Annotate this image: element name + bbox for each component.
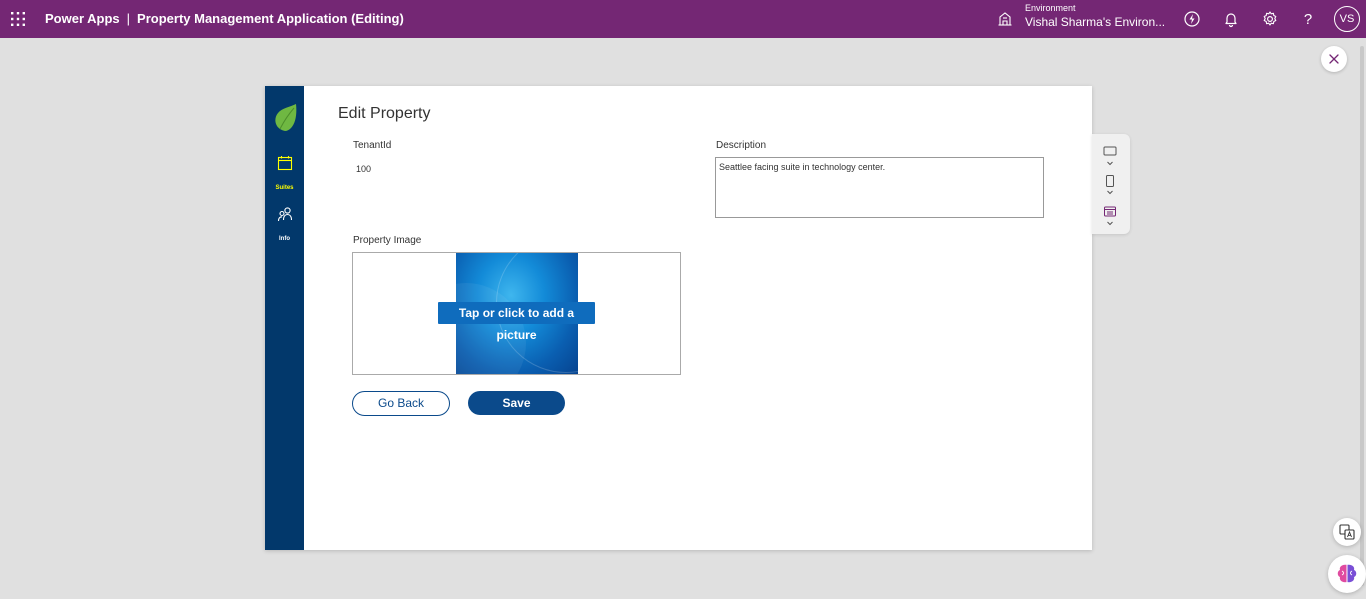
save-button[interactable]: Save (468, 391, 565, 415)
add-picture-button[interactable]: Tap or click to add a picture (438, 302, 595, 342)
property-image-label: Property Image (353, 235, 422, 246)
description-input[interactable]: Seattlee facing suite in technology cent… (715, 157, 1044, 218)
app-name: Property Management Application (Editing… (137, 11, 404, 26)
app-title: Power Apps | Property Management Applicati… (45, 11, 404, 26)
add-picture-control[interactable]: Tap or click to add a picture (352, 252, 681, 375)
screen-title: Edit Property (338, 105, 431, 122)
translate-icon (1339, 524, 1355, 540)
close-button[interactable] (1321, 46, 1347, 72)
environment-icon[interactable] (997, 11, 1013, 27)
phone-layout-icon[interactable] (1103, 175, 1117, 197)
tenant-id-value[interactable]: 100 (356, 164, 371, 174)
svg-text:?: ? (1304, 11, 1312, 28)
product-name[interactable]: Power Apps (45, 11, 120, 26)
device-preview-panel (1092, 134, 1130, 234)
desktop-layout-icon[interactable] (1103, 146, 1117, 168)
nav-label-suites: Suites (275, 185, 294, 191)
notifications-icon[interactable] (1222, 10, 1240, 28)
description-label: Description (716, 140, 767, 151)
scrollbar-thumb[interactable] (1360, 46, 1364, 586)
go-back-button[interactable]: Go Back (352, 391, 450, 416)
brain-icon (1337, 564, 1357, 583)
copilot-icon[interactable] (1183, 10, 1201, 28)
app-canvas: Suites Info Edit Property TenantId 100 D… (265, 86, 1092, 550)
calendar-icon (277, 156, 293, 171)
environment-label: Environment (1025, 3, 1076, 13)
nav-label-info: Info (279, 236, 290, 242)
copilot-assist-button[interactable] (1328, 555, 1366, 593)
environment-name[interactable]: Vishal Sharma's Environ... (1025, 15, 1165, 29)
tenant-id-label: TenantId (353, 140, 392, 151)
settings-icon[interactable] (1261, 10, 1279, 28)
left-navigation: Suites Info (265, 86, 304, 550)
help-icon[interactable]: ? (1299, 10, 1317, 28)
app-launcher-icon[interactable] (10, 11, 26, 27)
avatar[interactable]: VS (1334, 6, 1360, 32)
leaf-logo-icon (275, 104, 297, 131)
close-icon (1329, 54, 1339, 64)
title-separator: | (126, 11, 131, 26)
people-icon (277, 207, 293, 222)
page-scrollbar[interactable] (1358, 38, 1366, 599)
app-layout-icon[interactable] (1103, 206, 1117, 228)
translate-button[interactable] (1333, 518, 1361, 546)
top-bar: Power Apps | Property Management Applicati… (0, 0, 1366, 38)
